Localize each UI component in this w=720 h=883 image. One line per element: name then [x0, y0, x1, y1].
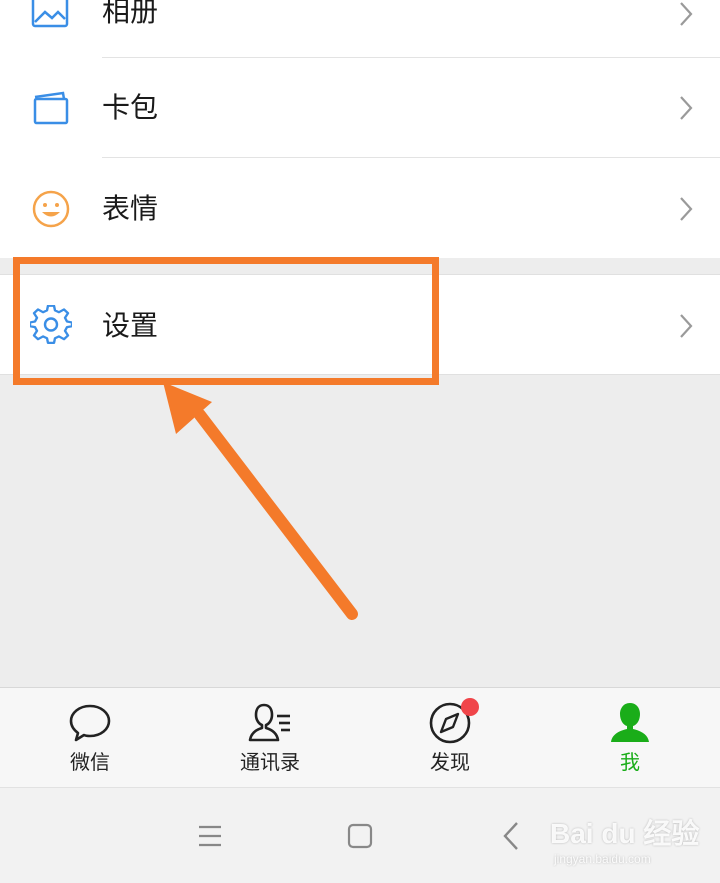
bottom-tab-bar: 微信 通讯录 发现 我 — [0, 687, 720, 787]
tab-label: 我 — [620, 750, 640, 774]
watermark: Bai du 经验 jingyan.baidu.com — [550, 812, 710, 872]
back-chevron-icon[interactable] — [492, 818, 532, 854]
watermark-logo: Bai du 经验 — [550, 818, 700, 849]
tab-label: 微信 — [70, 750, 110, 774]
tab-label: 发现 — [430, 750, 470, 774]
tab-wechat[interactable]: 微信 — [0, 688, 180, 788]
tab-me[interactable]: 我 — [540, 688, 720, 788]
chat-bubble-icon — [69, 704, 111, 742]
tab-label: 通讯录 — [240, 750, 300, 774]
menu-icon[interactable] — [190, 818, 230, 854]
tab-discover[interactable]: 发现 — [360, 688, 540, 788]
home-square-icon[interactable] — [340, 818, 380, 854]
discover-badge-dot — [461, 698, 479, 716]
person-icon — [611, 703, 649, 742]
watermark-url: jingyan.baidu.com — [554, 852, 651, 866]
contacts-icon — [248, 703, 290, 742]
tab-contacts[interactable]: 通讯录 — [180, 688, 360, 788]
